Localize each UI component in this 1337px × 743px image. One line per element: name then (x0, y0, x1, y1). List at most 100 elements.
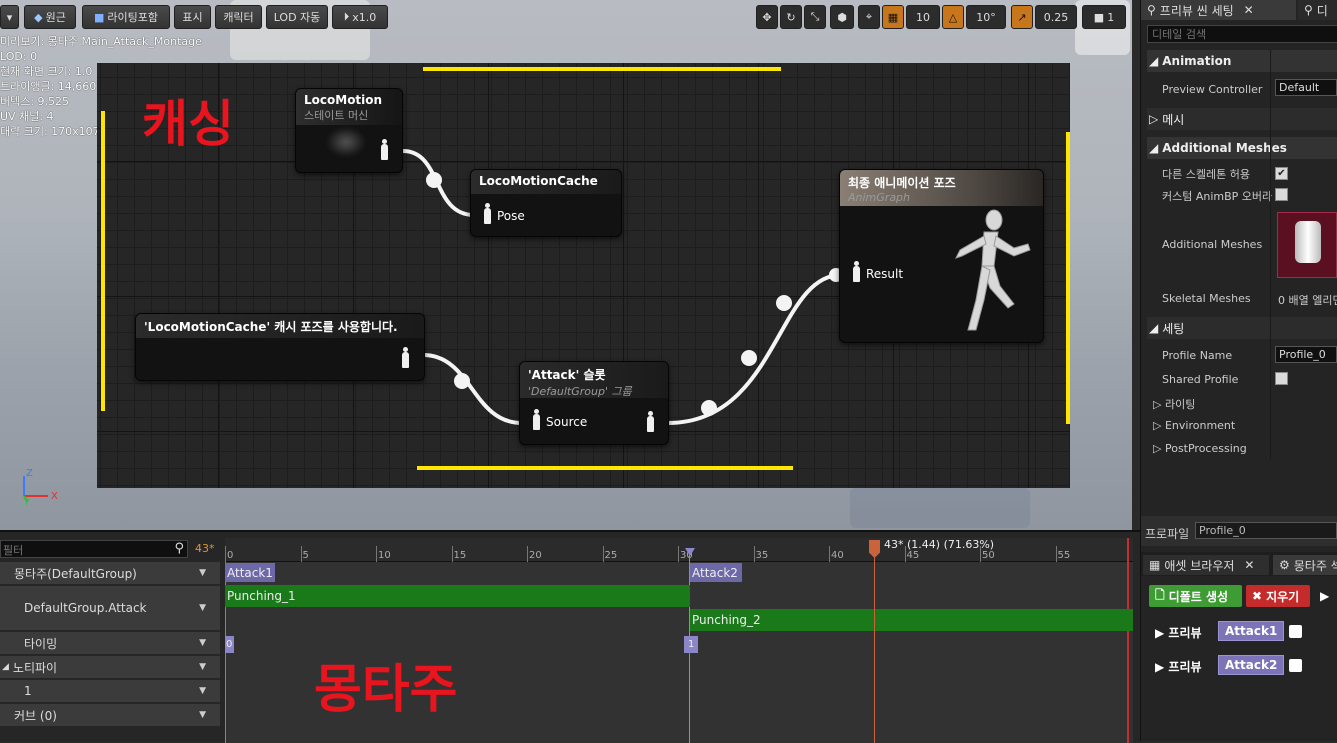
search-icon: ⚲ (174, 541, 184, 556)
axis-z-label: Z (26, 468, 33, 479)
output-pose-pin-icon[interactable] (647, 411, 654, 432)
scale-snap-value[interactable]: 0.25 (1035, 5, 1077, 29)
create-default-button[interactable]: 🗋 디폴트 생성 (1149, 585, 1242, 607)
ruler-tick-label: 45 (906, 550, 920, 561)
section-lighting[interactable]: ▷ 라이팅 (1153, 396, 1195, 412)
end-marker (1127, 538, 1129, 743)
notify-row[interactable]: ◢ 노티파이 ▼ (0, 656, 220, 678)
chevron-right-icon: ▷ (1153, 442, 1165, 455)
perspective-button[interactable]: ◆ 원근 (24, 5, 76, 29)
ruler-tick-label: 0 (227, 550, 234, 561)
lod-button[interactable]: LOD 자동 (266, 5, 328, 29)
camera-speed-button[interactable]: ■ 1 (1082, 5, 1126, 29)
lighting-button[interactable]: ■ 라이팅포함 (82, 5, 170, 29)
grid-snap-icon[interactable]: ▦ (882, 5, 904, 29)
time-ruler[interactable] (225, 538, 1133, 562)
preview-button-1[interactable]: ▶ 프리뷰 (1155, 624, 1202, 641)
custom-animbp-checkbox[interactable] (1275, 188, 1288, 201)
mesh-thumbnail[interactable] (1277, 212, 1337, 278)
close-icon[interactable]: ✕ (1244, 558, 1254, 572)
preview-controller-dropdown[interactable]: Default (1275, 79, 1337, 96)
section-checkbox-1[interactable] (1289, 625, 1302, 638)
surface-snap-icon[interactable]: ⌖ (858, 5, 880, 29)
ruler-tick-mark (602, 546, 604, 562)
angle-snap-icon[interactable]: △ (942, 5, 964, 29)
section-settings[interactable]: ◢ 세팅 (1147, 317, 1337, 339)
play-icon[interactable]: ▶ (1314, 585, 1337, 607)
close-icon: ✖ (1252, 589, 1263, 603)
tab-montage-sections[interactable]: ⚙ 몽타주 섹 (1273, 555, 1337, 575)
timing-marker-0[interactable]: 0 (225, 636, 234, 653)
profile-dropdown[interactable]: Profile_0 (1195, 522, 1337, 539)
timing-row[interactable]: 타이밍 ▼ (0, 632, 220, 654)
section-tag-attack1[interactable]: Attack1 (1218, 621, 1285, 641)
section-checkbox-2[interactable] (1289, 659, 1302, 672)
speed-button[interactable]: ⏵ x1.0 (332, 5, 388, 29)
slot-track-row[interactable]: DefaultGroup.Attack ▼ (0, 586, 220, 630)
profile-name-input[interactable]: Profile_0 (1275, 346, 1337, 363)
chevron-down-icon[interactable]: ▼ (199, 710, 206, 720)
allow-other-skeleton-checkbox[interactable]: ✔ (1275, 167, 1288, 180)
chevron-down-icon[interactable]: ▼ (199, 662, 206, 672)
preview-button-2[interactable]: ▶ 프리뷰 (1155, 658, 1202, 675)
rotate-icon[interactable]: ↻ (780, 5, 802, 29)
ruler-tick-mark (829, 546, 830, 562)
node-locomotion-cache[interactable]: LocoMotionCache Pose (470, 169, 622, 237)
clear-button[interactable]: ✖ 지우기 (1246, 585, 1310, 607)
scale-snap-icon[interactable]: ↗ (1011, 5, 1033, 29)
section-tag-attack2[interactable]: Attack2 (1218, 655, 1285, 675)
montage-group-row[interactable]: 몽타주(DefaultGroup) ▼ (0, 562, 220, 584)
segment-punching-2[interactable]: Punching_2 (690, 609, 1133, 631)
section-attack1[interactable]: Attack1 (225, 563, 275, 582)
viewport[interactable]: ▾ ◆ 원근 ■ 라이팅포함 표시 캐릭터 LOD 자동 ⏵ x1.0 ✥ ↻ ⤡ ⬢… (0, 0, 1132, 530)
translate-icon[interactable]: ✥ (756, 5, 778, 29)
cube-icon: ■ (93, 10, 105, 24)
section-postprocessing[interactable]: ▷ PostProcessing (1153, 442, 1247, 455)
node-use-cached-pose[interactable]: 'LocoMotionCache' 캐시 포즈를 사용합니다. (135, 313, 425, 381)
allow-other-skeleton-label: 다른 스켈레톤 허용 (1162, 168, 1250, 181)
node-attack-slot[interactable]: 'Attack' 슬롯 'DefaultGroup' 그룹 Source (519, 361, 669, 445)
segment-punching-1[interactable]: Punching_1 (225, 585, 690, 607)
highlight-top (423, 67, 781, 71)
tab-asset-browser[interactable]: ▦ 애셋 브라우저 ✕ (1143, 555, 1269, 575)
section-animation[interactable]: ◢ Animation (1147, 50, 1337, 72)
node-locomotion[interactable]: LocoMotion 스테이트 머신 (295, 88, 403, 173)
pose-pin-icon[interactable] (402, 347, 409, 368)
curve-row[interactable]: 커브 (0) ▼ (0, 704, 220, 726)
chevron-down-icon[interactable]: ▼ (199, 686, 206, 696)
montage-timeline[interactable]: 필터 ⚲ 43* 0 5 10 15 20 25 30 35 40 45 50 55 몽타주(Defa… (0, 530, 1140, 743)
ruler-tick-label: 10 (378, 550, 391, 561)
play-speed-icon: ⏵ (343, 10, 350, 23)
chevron-down-icon[interactable]: ▼ (199, 638, 206, 648)
viewport-menu-button[interactable]: ▾ (0, 5, 19, 29)
character-button[interactable]: 캐릭터 (215, 5, 262, 29)
detail-search-input[interactable] (1147, 25, 1337, 43)
world-local-icon[interactable]: ⬢ (830, 5, 854, 29)
grid-snap-value[interactable]: 10 (906, 5, 940, 29)
notify-track-row[interactable]: 1 ▼ (0, 680, 220, 702)
source-pin[interactable]: Source (533, 409, 587, 430)
section-mesh[interactable]: ▷ 메시 (1147, 108, 1337, 130)
ruler-tick-label: 40 (831, 550, 844, 561)
preview-controller-label: Preview Controller (1162, 83, 1263, 96)
result-pin[interactable]: Result (853, 261, 903, 282)
highlight-bottom (417, 466, 793, 470)
chevron-down-icon[interactable]: ▼ (199, 603, 206, 613)
tab-details[interactable]: ⚲ 디 (1298, 0, 1337, 20)
anim-graph-overlay[interactable]: LocoMotion 스테이트 머신 LocoMotionCache Pose … (97, 63, 1070, 488)
chevron-down-icon[interactable]: ▼ (199, 568, 206, 578)
section-attack2[interactable]: Attack2 (690, 563, 742, 582)
filter-input[interactable]: 필터 ⚲ (0, 540, 188, 558)
angle-snap-value[interactable]: 10° (966, 5, 1006, 29)
shared-profile-checkbox[interactable] (1275, 372, 1288, 385)
tab-preview-scene-settings[interactable]: ⚲ 프리뷰 씬 세팅 ✕ (1141, 0, 1296, 20)
section-environment[interactable]: ▷ Environment (1153, 419, 1235, 432)
timing-marker-1[interactable]: 1 (684, 636, 698, 653)
pose-pin[interactable]: Pose (484, 203, 525, 224)
scale-icon[interactable]: ⤡ (804, 5, 826, 29)
show-button[interactable]: 표시 (174, 5, 211, 29)
node-final-pose[interactable]: 최종 애니메이션 포즈 AnimGraph Result (839, 169, 1044, 343)
close-icon[interactable]: ✕ (1244, 3, 1254, 17)
section-additional-meshes[interactable]: ◢ Additional Meshes (1147, 137, 1337, 159)
pose-pin-icon[interactable] (381, 139, 388, 160)
